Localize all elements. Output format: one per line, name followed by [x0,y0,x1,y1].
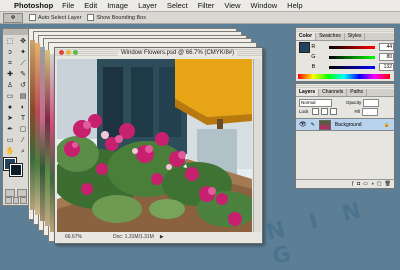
background-color-swatch[interactable] [9,163,23,177]
document-canvas-photo[interactable] [57,59,252,232]
show-bounding-checkbox[interactable] [87,14,95,21]
document-window[interactable]: Window Flowers.psd @ 66.7% (CMYK/8#) 66.… [54,47,263,244]
move-tool-preset-icon[interactable]: ✥ [3,12,23,23]
opacity-field[interactable] [363,98,380,107]
blue-value-field[interactable]: 132 [379,63,394,71]
color-spectrum-ramp[interactable] [298,74,390,79]
tab-swatches[interactable]: Swatches [316,33,345,40]
screen-mode-row [5,197,28,204]
menu-window[interactable]: Window [250,1,277,10]
auto-select-checkbox[interactable] [29,14,36,21]
crop-tool-icon[interactable]: ⌗ [4,59,16,69]
layers-lock-row: Lock Fill [296,107,394,116]
lock-transparency-checkbox[interactable] [311,108,319,115]
tab-paths[interactable]: Paths [347,89,368,96]
lock-position-checkbox[interactable] [329,108,337,115]
lock-pixels-checkbox[interactable] [320,108,328,115]
tab-styles[interactable]: Styles [345,33,366,40]
menu-file[interactable]: File [62,1,74,10]
pen-tool-icon[interactable]: ✒ [4,125,16,135]
flower-photo-image [57,59,252,232]
doc-size-info[interactable]: Doc: 1.31M/1.31M [113,234,154,240]
mask-mode-row [5,189,27,197]
layer-thumbnail [318,119,331,130]
document-titlebar[interactable]: Window Flowers.psd @ 66.7% (CMYK/8#) [55,48,262,57]
channel-label-b: B [311,64,316,70]
blue-slider[interactable] [328,65,376,69]
green-value-field[interactable]: 80 [379,53,394,61]
menu-help[interactable]: Help [287,1,302,10]
add-mask-icon[interactable]: ◘ [357,181,360,187]
new-set-icon[interactable]: ▭ [363,181,368,187]
screen-mode-full-icon[interactable] [12,197,20,204]
options-bar: ✥ Auto Select Layer Show Bounding Box [0,12,400,24]
menu-view[interactable]: View [224,1,240,10]
document-status-bar: 66.67% Doc: 1.31M/1.31M ▶ [57,233,258,241]
trash-icon[interactable]: 🗑 [385,181,391,187]
training-watermark: N I N G [263,196,373,270]
document-title: Window Flowers.psd @ 66.7% (CMYK/8#) [118,49,238,56]
color-palette: Color Swatches Styles R 44 G 80 B 132 [295,27,395,82]
menu-layer[interactable]: Layer [138,1,157,10]
menu-edit[interactable]: Edit [84,1,97,10]
show-bounding-label: Show Bounding Box [96,14,146,21]
blend-mode-select[interactable]: Normal [299,98,332,107]
layers-bottom-bar: ƒ ◘ ▭ ◑ ▢ 🗑 [296,179,394,188]
menubar: Photoshop File Edit Image Layer Select F… [0,0,400,12]
vertical-scrollbar[interactable] [253,59,261,232]
marquee-tool-icon[interactable]: ⬚ [4,37,16,47]
tab-color[interactable]: Color [296,33,317,40]
lock-label: Lock [299,109,309,114]
brush-link-icon: ✎ [310,121,315,128]
notes-tool-icon[interactable]: ▭ [4,136,16,146]
close-icon[interactable] [59,50,64,55]
screen-mode-standard-icon[interactable] [5,197,12,204]
healing-brush-icon[interactable]: ✚ [4,70,16,80]
layers-palette: Layers Channels Paths Normal Opacity Loc… [295,83,395,189]
layers-options-row: Normal Opacity [296,98,394,107]
adjustment-layer-icon[interactable]: ◑ [371,181,374,187]
standard-mode-icon[interactable] [5,189,15,197]
status-menu-arrow-icon[interactable]: ▶ [160,234,164,240]
new-layer-icon[interactable]: ▢ [377,181,382,187]
menu-filter[interactable]: Filter [198,1,215,10]
tab-channels[interactable]: Channels [319,89,348,96]
lasso-tool-icon[interactable]: ↄ [4,48,16,58]
layer-style-icon[interactable]: ƒ [351,181,354,187]
zoom-level[interactable]: 66.67% [65,234,82,240]
channel-label-r: R [311,44,316,50]
green-slider[interactable] [328,55,376,59]
color-row-b: B 132 [296,62,394,72]
fill-label: Fill [354,109,361,114]
path-selection-icon[interactable]: ➤ [4,114,16,124]
blur-tool-icon[interactable]: ● [4,103,16,113]
quick-mask-icon[interactable] [17,189,27,197]
layer-lock-icon: 🔒 [383,121,390,128]
menu-select[interactable]: Select [167,1,188,10]
menu-app-name[interactable]: Photoshop [14,1,53,10]
color-row-r: R 44 [296,42,394,52]
channel-label-g: G [311,54,316,60]
minimize-icon[interactable] [66,50,71,55]
tab-layers[interactable]: Layers [296,89,320,96]
menu-image[interactable]: Image [107,1,128,10]
auto-select-label: Auto Select Layer [38,14,82,21]
red-value-field[interactable]: 44 [379,43,394,51]
opacity-label: Opacity [346,100,362,105]
screen-mode-black-icon[interactable] [20,197,28,204]
layer-row-background[interactable]: 👁 ✎ Background 🔒 [296,118,394,131]
stamp-tool-icon[interactable]: ♙ [4,81,16,91]
toolbox: ⬚ ✥ ↄ ✦ ⌗ ⟋ ✚ ✎ ♙ ↺ ▭ ▤ ● ◐ ➤ T ✒ ▢ ▭ ⁄ … [2,28,30,206]
fill-field[interactable] [362,107,379,116]
color-row-g: G 80 [296,52,394,62]
color-foreground-swatch[interactable] [299,42,310,53]
zoom-icon[interactable] [73,50,78,55]
visibility-eye-icon[interactable]: 👁 [299,121,307,128]
layer-name: Background [334,121,362,128]
eraser-tool-icon[interactable]: ▭ [4,92,16,102]
hand-tool-icon[interactable]: ✋ [4,147,16,157]
red-slider[interactable] [328,45,376,49]
